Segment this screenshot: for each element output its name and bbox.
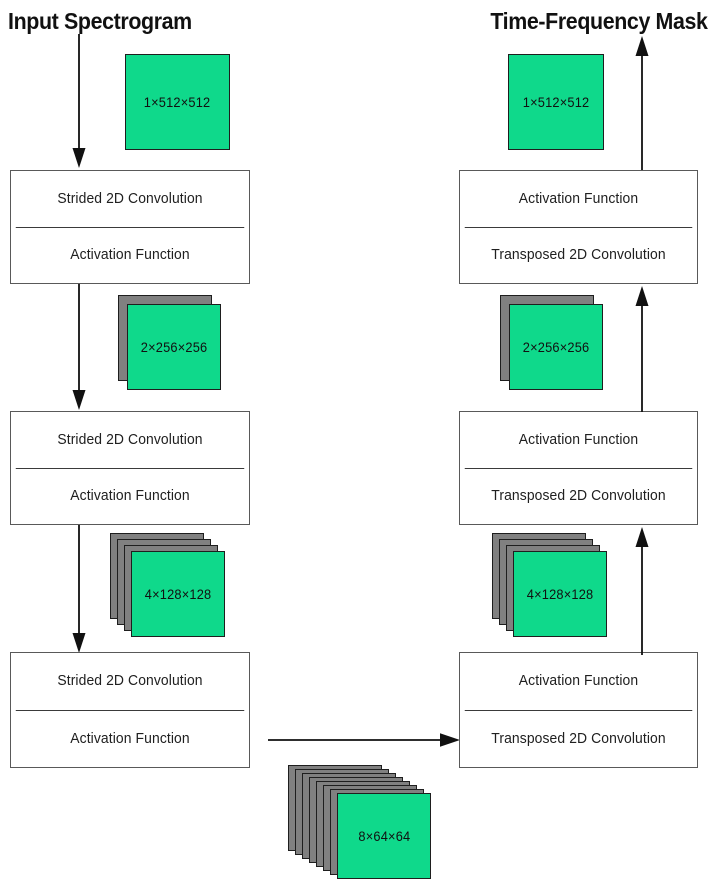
tensor-stack-dec-2: 2×256×256 bbox=[500, 295, 612, 395]
tensor-stack-bottleneck: 8×64×64 bbox=[288, 765, 448, 883]
arrow-enc-1-to-2 bbox=[66, 284, 94, 412]
tensor-sheet-front: 4×128×128 bbox=[513, 551, 607, 637]
tensor-label: 4×128×128 bbox=[526, 586, 594, 602]
enc-block-3-row-conv: Strided 2D Convolution bbox=[57, 673, 203, 690]
tensor-sheet-front: 2×256×256 bbox=[127, 304, 221, 390]
tensor-sheet-front: 1×512×512 bbox=[125, 54, 230, 150]
tensor-stack-dec-1: 1×512×512 bbox=[508, 54, 618, 154]
tensor-stack-enc-2: 2×256×256 bbox=[118, 295, 230, 395]
arrow-decoder-output bbox=[629, 34, 657, 170]
arrow-encoder-input bbox=[66, 34, 94, 170]
enc-block-3[interactable]: Strided 2D Convolution Activation Functi… bbox=[10, 652, 250, 768]
dec-block-3-row-transposed-conv: Transposed 2D Convolution bbox=[464, 709, 693, 768]
arrow-enc-2-to-3 bbox=[66, 525, 94, 655]
tensor-stack-enc-3: 4×128×128 bbox=[110, 533, 236, 637]
arrow-dec-2-to-1 bbox=[629, 284, 657, 412]
tensor-label: 2×256×256 bbox=[522, 339, 590, 355]
dec-block-3-row-activation: Activation Function bbox=[518, 673, 639, 690]
tensor-label: 4×128×128 bbox=[144, 586, 212, 602]
tensor-sheet-front: 2×256×256 bbox=[509, 304, 603, 390]
enc-block-1-row-activation: Activation Function bbox=[15, 226, 245, 284]
dec-block-1-row-transposed-conv: Transposed 2D Convolution bbox=[464, 226, 693, 284]
enc-block-1[interactable]: Strided 2D Convolution Activation Functi… bbox=[10, 170, 250, 284]
dec-block-1-row-activation: Activation Function bbox=[518, 190, 639, 207]
tensor-stack-enc-1: 1×512×512 bbox=[125, 54, 235, 154]
dec-block-2[interactable]: Activation Function Transposed 2D Convol… bbox=[459, 411, 698, 525]
tensor-sheet-front: 4×128×128 bbox=[131, 551, 225, 637]
page-title-decoder: Time-Frequency Mask bbox=[490, 8, 709, 34]
tensor-sheet-front: 8×64×64 bbox=[337, 793, 431, 879]
enc-block-2-row-conv: Strided 2D Convolution bbox=[57, 431, 203, 448]
page-title-encoder: Input Spectrogram bbox=[8, 8, 192, 34]
architecture-diagram: Input Spectrogram Time-Frequency Mask 1×… bbox=[0, 0, 714, 885]
dec-block-1[interactable]: Activation Function Transposed 2D Convol… bbox=[459, 170, 698, 284]
enc-block-2-row-activation: Activation Function bbox=[15, 467, 245, 525]
dec-block-3[interactable]: Activation Function Transposed 2D Convol… bbox=[459, 652, 698, 768]
tensor-label: 8×64×64 bbox=[358, 828, 410, 844]
tensor-label: 2×256×256 bbox=[140, 339, 208, 355]
arrow-bottleneck-bridge bbox=[268, 727, 464, 753]
tensor-stack-dec-3: 4×128×128 bbox=[492, 533, 618, 637]
tensor-sheet-front: 1×512×512 bbox=[508, 54, 604, 150]
arrow-dec-3-to-2 bbox=[629, 525, 657, 655]
dec-block-2-row-transposed-conv: Transposed 2D Convolution bbox=[464, 467, 693, 525]
tensor-label: 1×512×512 bbox=[144, 94, 211, 110]
dec-block-2-row-activation: Activation Function bbox=[518, 431, 639, 448]
tensor-label: 1×512×512 bbox=[522, 94, 590, 110]
enc-block-2[interactable]: Strided 2D Convolution Activation Functi… bbox=[10, 411, 250, 525]
enc-block-1-row-conv: Strided 2D Convolution bbox=[57, 190, 203, 207]
enc-block-3-row-activation: Activation Function bbox=[15, 709, 245, 768]
